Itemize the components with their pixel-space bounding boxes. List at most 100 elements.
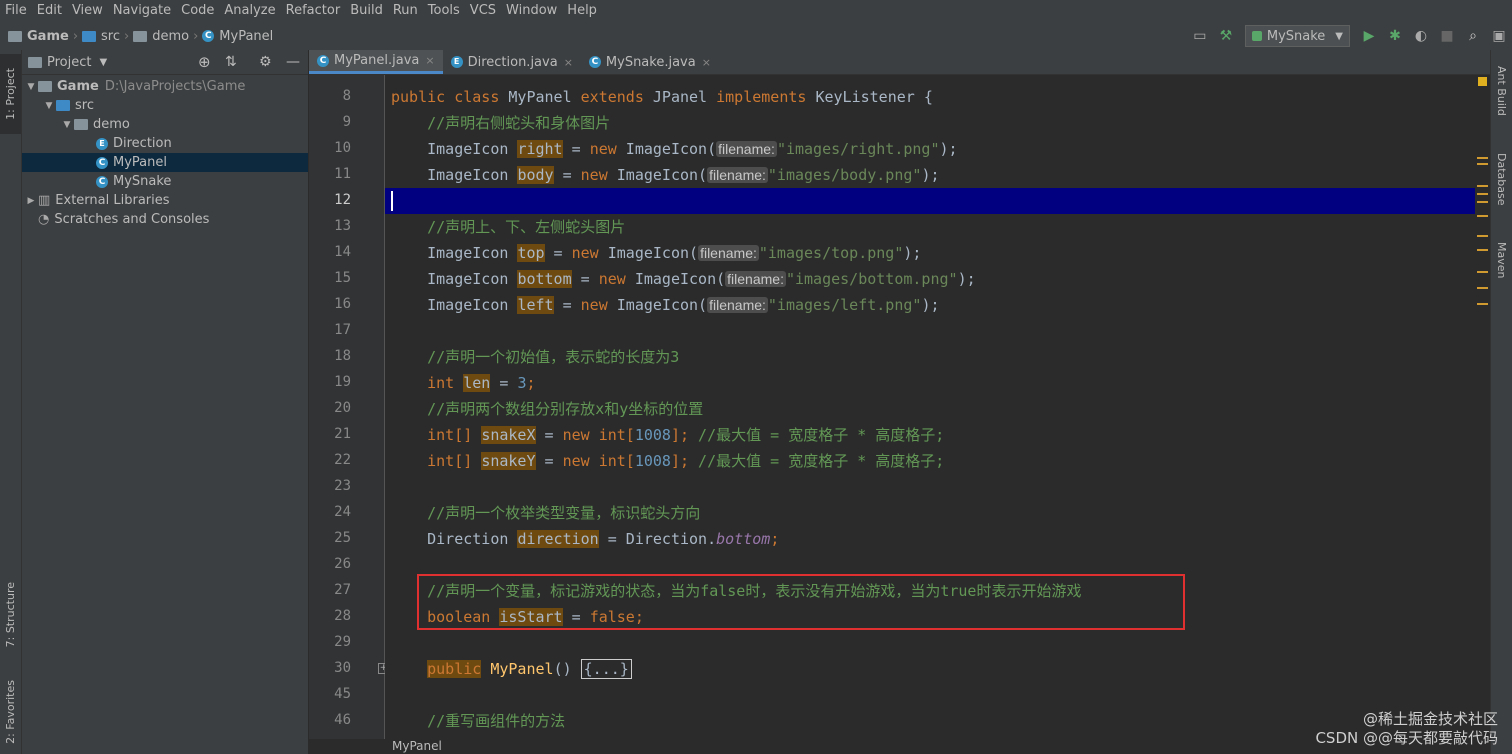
stripe-mark[interactable] xyxy=(1477,157,1488,159)
stripe-mark[interactable] xyxy=(1477,163,1488,165)
package-folder-icon xyxy=(74,119,88,130)
tree-node-direction[interactable]: E Direction xyxy=(22,134,308,153)
tree-node-demo[interactable]: ▼ demo xyxy=(22,115,308,134)
keyword: public xyxy=(427,660,482,678)
minimize-icon[interactable]: — xyxy=(286,54,300,70)
tree-node-scratches[interactable]: ◔ Scratches and Consoles xyxy=(22,210,308,229)
keyword: implements xyxy=(716,88,807,106)
coverage-icon[interactable]: ◐ xyxy=(1410,25,1432,47)
breadcrumb-file[interactable]: MyPanel xyxy=(219,29,273,44)
stripe-mark[interactable] xyxy=(1477,193,1488,195)
menu-file[interactable]: File xyxy=(0,0,32,22)
field-name: top xyxy=(517,244,545,262)
layout-icon[interactable]: ▣ xyxy=(1488,25,1510,47)
tree-node-root[interactable]: ▼ Game D:\JavaProjects\Game xyxy=(22,77,308,96)
menu-code[interactable]: Code xyxy=(176,0,219,22)
field-name: bottom xyxy=(517,270,572,288)
tree-node-mypanel[interactable]: C MyPanel xyxy=(22,153,308,172)
tab-mysnake[interactable]: C MySnake.java × xyxy=(581,50,719,74)
menu-tools[interactable]: Tools xyxy=(423,0,465,22)
operator: = xyxy=(490,374,518,392)
ant-build-tool-tab[interactable]: Ant Build xyxy=(1491,56,1512,126)
field-name: direction xyxy=(517,530,599,548)
current-line-highlight xyxy=(385,188,1475,214)
gear-icon[interactable]: ⚙ xyxy=(259,54,272,70)
menu-help[interactable]: Help xyxy=(562,0,602,22)
maven-tool-tab[interactable]: Maven xyxy=(1491,230,1512,290)
editor-breadcrumb-bar: MyPanel xyxy=(309,739,1490,754)
expand-arrow-icon[interactable]: ▼ xyxy=(60,120,74,130)
menu-navigate[interactable]: Navigate xyxy=(108,0,176,22)
close-icon[interactable]: × xyxy=(425,54,434,67)
error-stripe[interactable] xyxy=(1475,75,1490,739)
chevron-right-icon: › xyxy=(124,28,130,44)
locate-icon[interactable]: ⊕ xyxy=(198,53,211,71)
favorites-tool-tab[interactable]: 2: Favorites xyxy=(0,670,21,754)
breadcrumb-src[interactable]: src xyxy=(101,29,120,44)
folded-code-block[interactable]: {...} xyxy=(580,659,632,679)
keyword: extends xyxy=(580,88,644,106)
code-line-13: //声明上、下、左侧蛇头图片 xyxy=(391,214,625,240)
project-tool-tab[interactable]: 1: Project xyxy=(0,54,21,134)
operator: = xyxy=(544,244,572,262)
menu-run[interactable]: Run xyxy=(388,0,423,22)
tree-demo-label: demo xyxy=(93,117,130,132)
line-number: 17 xyxy=(334,322,351,338)
project-structure-icon[interactable]: ▭ xyxy=(1189,25,1211,47)
expand-arrow-icon[interactable]: ▶ xyxy=(24,196,38,206)
stripe-mark[interactable] xyxy=(1477,271,1488,273)
close-icon[interactable]: × xyxy=(564,56,573,69)
stripe-mark[interactable] xyxy=(1477,287,1488,289)
menu-refactor[interactable]: Refactor xyxy=(281,0,346,22)
chevron-down-icon[interactable]: ▼ xyxy=(99,57,107,68)
tree-node-external-libraries[interactable]: ▶ ▥ External Libraries xyxy=(22,191,308,210)
operator: = xyxy=(535,452,563,470)
database-tool-tab[interactable]: Database xyxy=(1491,144,1512,214)
database-label: Database xyxy=(1495,152,1508,206)
menu-analyze[interactable]: Analyze xyxy=(219,0,280,22)
menu-build[interactable]: Build xyxy=(345,0,388,22)
menu-view[interactable]: View xyxy=(67,0,108,22)
expand-arrow-icon[interactable]: ▼ xyxy=(24,82,38,92)
breadcrumb-project[interactable]: Game xyxy=(27,29,69,44)
enum-icon: E xyxy=(450,56,463,68)
collapse-all-icon[interactable]: ⇅ xyxy=(225,54,237,70)
menu-edit[interactable]: Edit xyxy=(32,0,67,22)
stop-icon[interactable]: ■ xyxy=(1436,25,1458,47)
run-icon[interactable]: ▶ xyxy=(1358,25,1380,47)
search-icon[interactable]: ⌕ xyxy=(1462,25,1484,47)
stripe-mark[interactable] xyxy=(1477,249,1488,251)
editor-breadcrumb-class[interactable]: MyPanel xyxy=(392,739,442,754)
menu-vcs[interactable]: VCS xyxy=(465,0,501,22)
run-configuration-select[interactable]: MySnake ▼ xyxy=(1244,25,1350,47)
comment: //重写画组件的方法 xyxy=(427,712,566,730)
project-view-select[interactable]: Project xyxy=(47,55,91,70)
menu-window[interactable]: Window xyxy=(501,0,562,22)
tab-direction[interactable]: E Direction.java × xyxy=(443,50,581,74)
stripe-mark[interactable] xyxy=(1477,185,1488,187)
line-number: 16 xyxy=(334,296,351,312)
expand-arrow-icon[interactable]: ▼ xyxy=(42,101,56,111)
stripe-mark[interactable] xyxy=(1477,201,1488,203)
warning-icon[interactable] xyxy=(1478,77,1487,86)
stripe-mark[interactable] xyxy=(1477,303,1488,305)
keyword: int[] xyxy=(427,426,473,444)
stripe-mark[interactable] xyxy=(1477,215,1488,217)
line-number-current: 12 xyxy=(334,192,351,208)
module-folder-icon xyxy=(38,81,52,92)
tab-mypanel[interactable]: C MyPanel.java × xyxy=(309,50,443,74)
code-editor[interactable]: public class MyPanel extends JPanel impl… xyxy=(385,75,1475,739)
tree-root-label: Game xyxy=(57,79,99,94)
tree-node-mysnake[interactable]: C MySnake xyxy=(22,172,308,191)
breadcrumb-demo[interactable]: demo xyxy=(152,29,189,44)
project-panel-header: Project ▼ ⊕ ⇅ ⚙ — xyxy=(22,50,308,75)
project-panel: Project ▼ ⊕ ⇅ ⚙ — ▼ Game D:\JavaProjects… xyxy=(22,50,308,754)
tree-node-src[interactable]: ▼ src xyxy=(22,96,308,115)
build-hammer-icon[interactable]: ⚒ xyxy=(1215,25,1237,47)
structure-tool-tab[interactable]: 7: Structure xyxy=(0,570,21,660)
operator: = xyxy=(553,296,581,314)
line-number: 23 xyxy=(334,478,351,494)
debug-icon[interactable]: ✱ xyxy=(1384,25,1406,47)
close-icon[interactable]: × xyxy=(702,56,711,69)
stripe-mark[interactable] xyxy=(1477,235,1488,237)
